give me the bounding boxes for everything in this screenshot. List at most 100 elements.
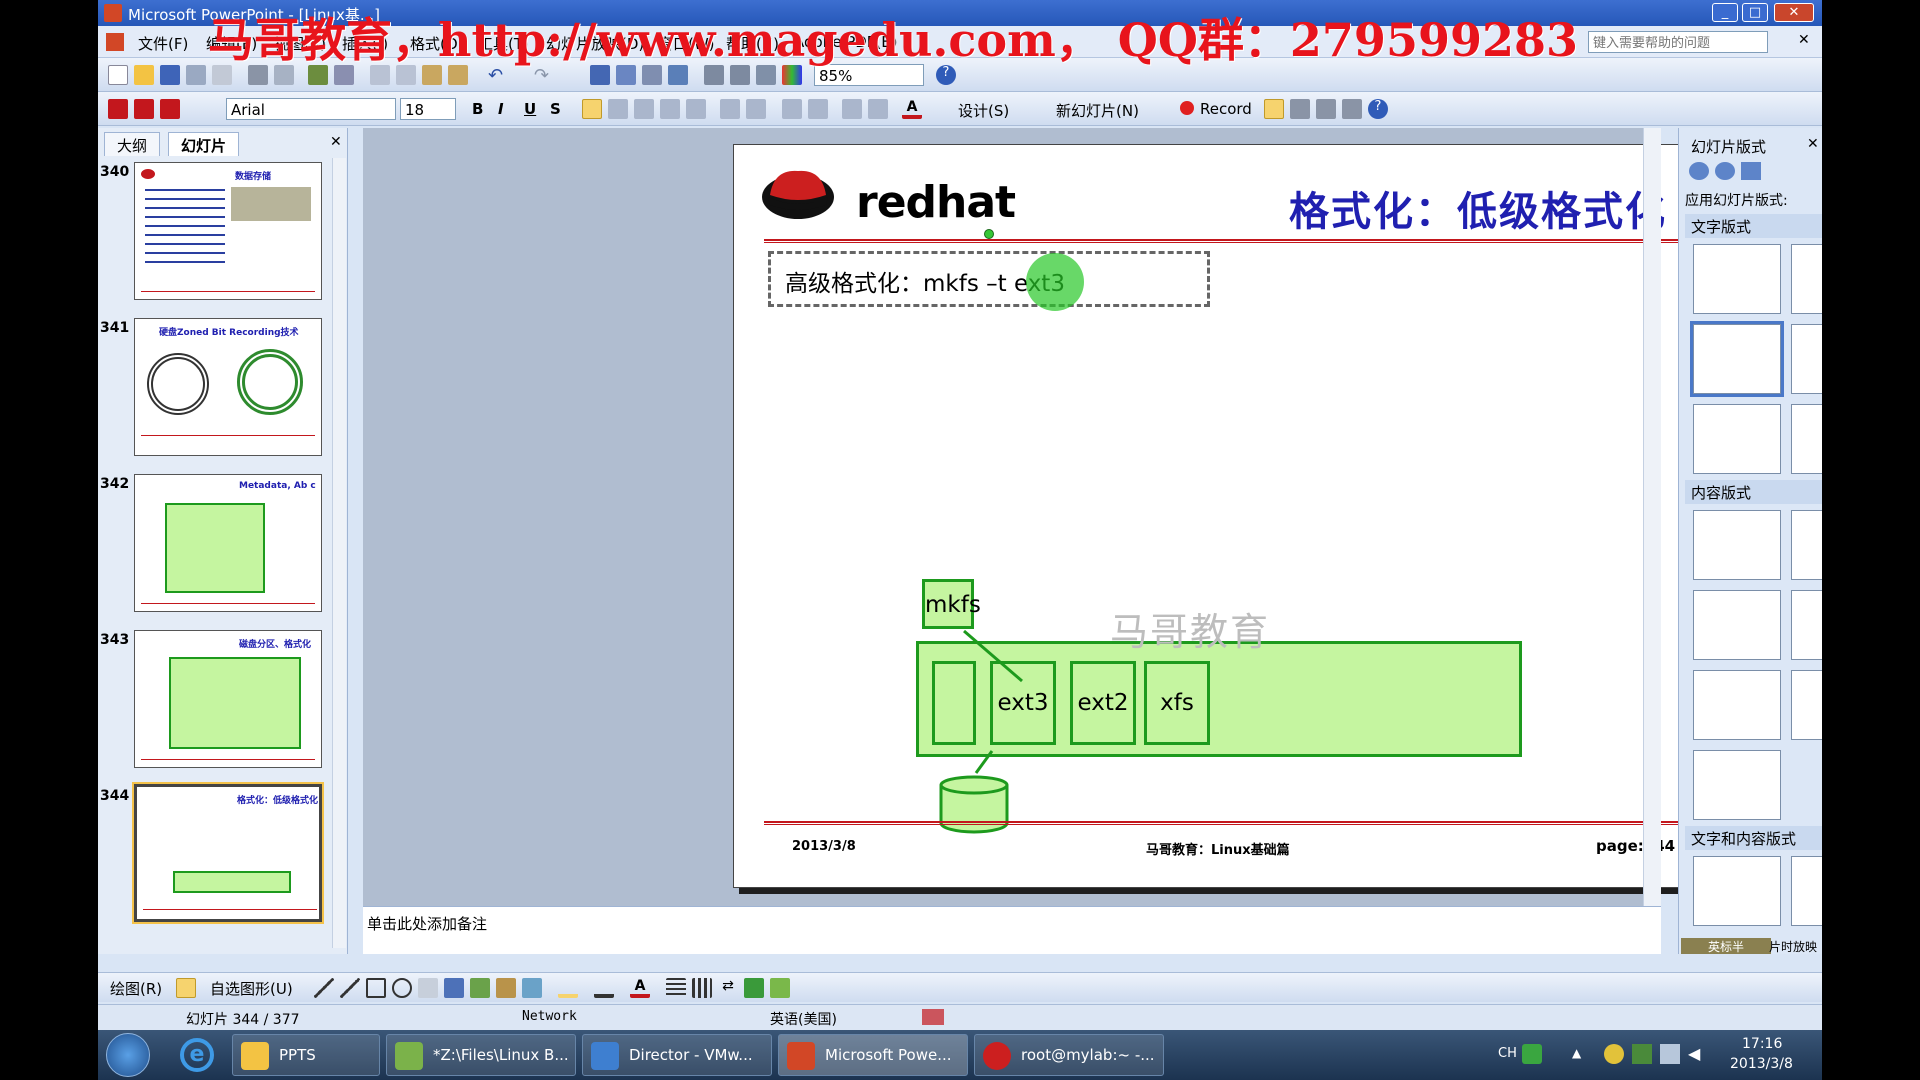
close-doc-icon[interactable]: ✕ xyxy=(1798,32,1810,48)
taskbar-item-ppts[interactable]: PPTS xyxy=(232,1034,380,1076)
font-size-select[interactable]: 18 xyxy=(400,98,456,120)
sogou-tray-icon[interactable] xyxy=(1522,1044,1542,1064)
layout-vertical-text[interactable] xyxy=(1693,404,1781,474)
bold-button[interactable]: B xyxy=(472,100,483,118)
oval-icon[interactable] xyxy=(392,978,412,998)
underline-button[interactable]: U xyxy=(524,100,536,118)
start-button-icon[interactable] xyxy=(106,1033,150,1077)
shadow-style-icon[interactable] xyxy=(744,978,764,998)
minimize-button[interactable]: _ xyxy=(1712,3,1738,22)
clock-date[interactable]: 2013/3/8 xyxy=(1730,1056,1793,1072)
open-icon[interactable] xyxy=(134,65,154,85)
layout-two-content[interactable] xyxy=(1791,590,1822,660)
publish-icon[interactable] xyxy=(1342,99,1362,119)
slide-thumbnail-343[interactable]: 磁盘分区、格式化 xyxy=(134,630,322,768)
home-icon[interactable] xyxy=(1741,162,1761,180)
layout-title-slide[interactable] xyxy=(1693,244,1781,314)
new-slide-button[interactable]: 新幻灯片(N) xyxy=(1056,100,1139,121)
taskbar-item-vmware[interactable]: Director - VMw... xyxy=(582,1034,772,1076)
layout-four-content-b[interactable] xyxy=(1791,670,1822,740)
layout-text-content[interactable] xyxy=(1693,856,1781,926)
pdf-convert-icon[interactable] xyxy=(108,99,128,119)
record-button[interactable]: Record xyxy=(1200,100,1252,118)
new-icon[interactable] xyxy=(108,65,128,85)
taskbar-item-terminal[interactable]: root@mylab:~ -... xyxy=(974,1034,1164,1076)
font-color-icon[interactable]: A xyxy=(902,99,922,119)
pen-icon[interactable] xyxy=(1264,99,1284,119)
decrease-font-icon[interactable] xyxy=(808,99,828,119)
decrease-indent-icon[interactable] xyxy=(842,99,862,119)
layout-two-column-text[interactable] xyxy=(1791,324,1822,394)
columns-icon[interactable] xyxy=(686,99,706,119)
layout-content[interactable] xyxy=(1791,510,1822,580)
spelling-status-icon[interactable] xyxy=(922,1009,944,1025)
export-icon[interactable] xyxy=(1316,99,1336,119)
current-slide[interactable]: redhat 格式化：低级格式化 高级格式化：mkfs –t ext3 mkfs… xyxy=(733,144,1723,888)
editor-scrollbar[interactable] xyxy=(1643,128,1661,906)
draw-menu[interactable]: 绘图(R) xyxy=(110,978,162,999)
autoshapes-menu[interactable]: 自选图形(U) xyxy=(210,978,293,999)
taskbar-item-powerpoint[interactable]: Microsoft Powe... xyxy=(778,1034,968,1076)
wordart-icon[interactable] xyxy=(444,978,464,998)
save-icon[interactable] xyxy=(160,65,180,85)
textbox-icon[interactable] xyxy=(418,978,438,998)
pdf-review-icon[interactable] xyxy=(160,99,180,119)
arrow-icon[interactable] xyxy=(340,978,360,998)
layout-title-text-selected[interactable] xyxy=(1690,321,1784,397)
menu-file[interactable]: 文件(F) xyxy=(138,33,188,54)
taskpane-close-icon[interactable]: ✕ xyxy=(1807,136,1819,152)
slide-title[interactable]: 格式化：低级格式化 xyxy=(1289,179,1667,237)
record-help-icon[interactable]: ? xyxy=(1368,99,1388,119)
font-color-draw-icon[interactable]: A xyxy=(630,978,650,998)
ime-indicator[interactable]: CH xyxy=(1498,1046,1517,1061)
clipart-icon[interactable] xyxy=(496,978,516,998)
rectangle-icon[interactable] xyxy=(366,978,386,998)
rotate-handle[interactable] xyxy=(984,229,994,239)
layout-title-four-content[interactable] xyxy=(1693,750,1781,820)
layout-title-content[interactable] xyxy=(1693,590,1781,660)
record-icon[interactable] xyxy=(1180,101,1194,115)
3d-style-icon[interactable] xyxy=(770,978,790,998)
tray-app-icon[interactable] xyxy=(1604,1044,1624,1064)
slide-thumbnail-344-selected[interactable]: 格式化：低级格式化 xyxy=(132,782,324,924)
numbering-icon[interactable] xyxy=(720,99,740,119)
xfs-box[interactable]: xfs xyxy=(1144,661,1210,745)
align-center-icon[interactable] xyxy=(608,99,628,119)
close-panel-icon[interactable]: ✕ xyxy=(330,134,342,150)
diagram-icon[interactable] xyxy=(470,978,490,998)
slide-thumbnail-342[interactable]: Metadata, Ab c xyxy=(134,474,322,612)
back-icon[interactable] xyxy=(1689,162,1709,180)
internet-explorer-icon[interactable]: e xyxy=(180,1038,214,1072)
layout-four-content[interactable] xyxy=(1693,670,1781,740)
display-tray-icon[interactable] xyxy=(1660,1044,1680,1064)
close-button[interactable]: ✕ xyxy=(1774,3,1814,22)
bullets-icon[interactable] xyxy=(746,99,766,119)
panel-scrollbar[interactable] xyxy=(332,158,346,948)
pdf-email-icon[interactable] xyxy=(134,99,154,119)
mkfs-box[interactable]: mkfs xyxy=(922,579,981,629)
maximize-button[interactable]: □ xyxy=(1742,3,1768,22)
ext2-box[interactable]: ext2 xyxy=(1070,661,1136,745)
layout-title-only[interactable] xyxy=(1791,244,1822,314)
dash-style-icon[interactable] xyxy=(692,978,712,998)
font-select[interactable]: Arial xyxy=(226,98,396,120)
volume-tray-icon[interactable]: ◀ xyxy=(1688,1044,1708,1064)
layout-content-text[interactable] xyxy=(1791,856,1822,926)
design-button[interactable]: 设计(S) xyxy=(958,100,1009,121)
slide-thumbnail-340[interactable]: 数据存储 xyxy=(134,162,322,300)
selected-textbox[interactable]: 高级格式化：mkfs –t ext3 xyxy=(768,251,1210,307)
italic-button[interactable]: I xyxy=(498,100,504,118)
tab-slides[interactable]: 幻灯片 xyxy=(168,132,240,156)
line-icon[interactable] xyxy=(314,978,334,998)
print-narration-icon[interactable] xyxy=(1290,99,1310,119)
tab-outline[interactable]: 大纲 xyxy=(104,132,161,156)
slide-thumbnail-341[interactable]: 硬盘Zoned Bit Recording技术 xyxy=(134,318,322,456)
arrow-style-icon[interactable]: ⇄ xyxy=(718,978,738,998)
tray-arrow-icon[interactable]: ▲ xyxy=(1572,1046,1581,1060)
increase-font-icon[interactable] xyxy=(782,99,802,119)
select-pointer-icon[interactable] xyxy=(176,978,196,998)
help-search-input[interactable] xyxy=(1588,31,1768,53)
forward-icon[interactable] xyxy=(1715,162,1735,180)
notes-pane[interactable]: 单击此处添加备注 xyxy=(363,906,1661,954)
layout-blank[interactable] xyxy=(1693,510,1781,580)
